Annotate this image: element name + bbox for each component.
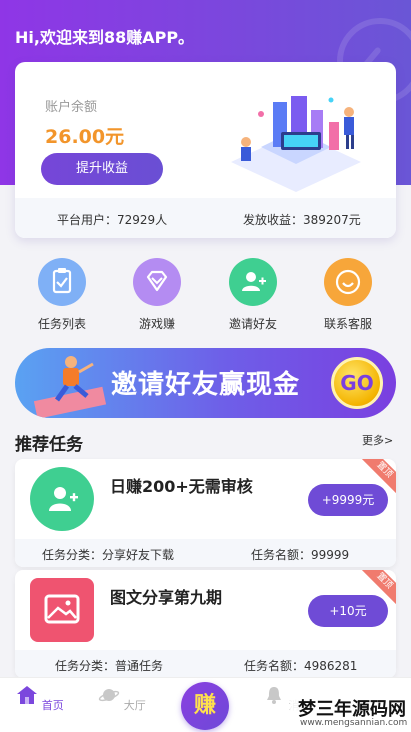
task-meta: 任务分类：分享好友下载 任务名额：99999 (15, 539, 396, 567)
task-category: 任务分类：普通任务 (55, 659, 164, 673)
banner-text: 邀请好友赢现金 (111, 370, 301, 400)
image-icon (30, 578, 94, 642)
home-icon (17, 686, 38, 704)
task-card[interactable]: 日赚200+无需审核 +9999元 置顶 任务分类：分享好友下载 任务名额：99… (15, 459, 396, 567)
office-illustration (231, 96, 361, 192)
task-quota: 任务名额：99999 (251, 548, 350, 562)
quick-task-list-label: 任务列表 (37, 317, 86, 331)
smiley-icon (324, 258, 372, 306)
more-link[interactable]: 更多> (362, 432, 393, 448)
balance-card: 账户余额 26.00元 提升收益 平台用户：72929人 发放收益：389207… (15, 62, 396, 238)
planet-icon (99, 689, 120, 702)
tab-earn-button[interactable]: 赚 (181, 682, 229, 730)
payout-total-stat: 发放收益：389207元 (243, 213, 361, 227)
boost-earnings-button[interactable]: 提升收益 (41, 153, 163, 185)
balance-value: 26.00元 (45, 126, 125, 148)
bell-icon (267, 687, 282, 704)
quick-invite-friends-label: 邀请好友 (228, 317, 277, 331)
greeting-text: Hi,欢迎来到88赚APP。 (15, 28, 195, 47)
clipboard-check-icon (38, 258, 86, 306)
quick-game-earn[interactable]: 游戏赚 (117, 258, 197, 332)
add-user-icon (30, 467, 94, 531)
tab-home-label: 首页 (41, 699, 64, 712)
quick-contact-support[interactable]: 联系客服 (308, 258, 388, 332)
task-quota: 任务名额：4986281 (244, 659, 358, 673)
quick-task-list[interactable]: 任务列表 (22, 258, 102, 332)
task-title: 日赚200+无需审核 (110, 477, 253, 496)
quick-contact-support-label: 联系客服 (323, 317, 372, 331)
diamond-icon (133, 258, 181, 306)
tab-hall[interactable]: 大厅 (92, 684, 152, 713)
task-reward-button[interactable]: +9999元 (308, 484, 388, 516)
tab-hall-label: 大厅 (123, 699, 146, 712)
go-button[interactable]: GO (331, 357, 383, 409)
watermark: 梦三年源码网 www.mengsannian.com (290, 693, 411, 732)
platform-users-stat: 平台用户：72929人 (57, 213, 168, 227)
task-meta: 任务分类：普通任务 任务名额：4986281 (15, 650, 396, 678)
stats-bar: 平台用户：72929人 发放收益：389207元 (15, 198, 396, 238)
invite-banner[interactable]: 邀请好友赢现金 GO (15, 348, 396, 418)
quick-invite-friends[interactable]: 邀请好友 (213, 258, 293, 332)
balance-label: 账户余额 (45, 100, 98, 115)
tab-home[interactable]: 首页 (10, 684, 70, 713)
watermark-url: www.mengsannian.com (300, 718, 408, 728)
running-person-illustration (33, 356, 107, 418)
task-category: 任务分类：分享好友下载 (42, 548, 175, 562)
task-reward-button[interactable]: +10元 (308, 595, 388, 627)
task-title: 图文分享第九期 (110, 588, 223, 607)
section-title: 推荐任务 (15, 435, 83, 455)
quick-game-earn-label: 游戏赚 (138, 317, 175, 331)
task-card[interactable]: 图文分享第九期 +10元 置顶 任务分类：普通任务 任务名额：4986281 (15, 570, 396, 678)
add-user-icon (229, 258, 277, 306)
